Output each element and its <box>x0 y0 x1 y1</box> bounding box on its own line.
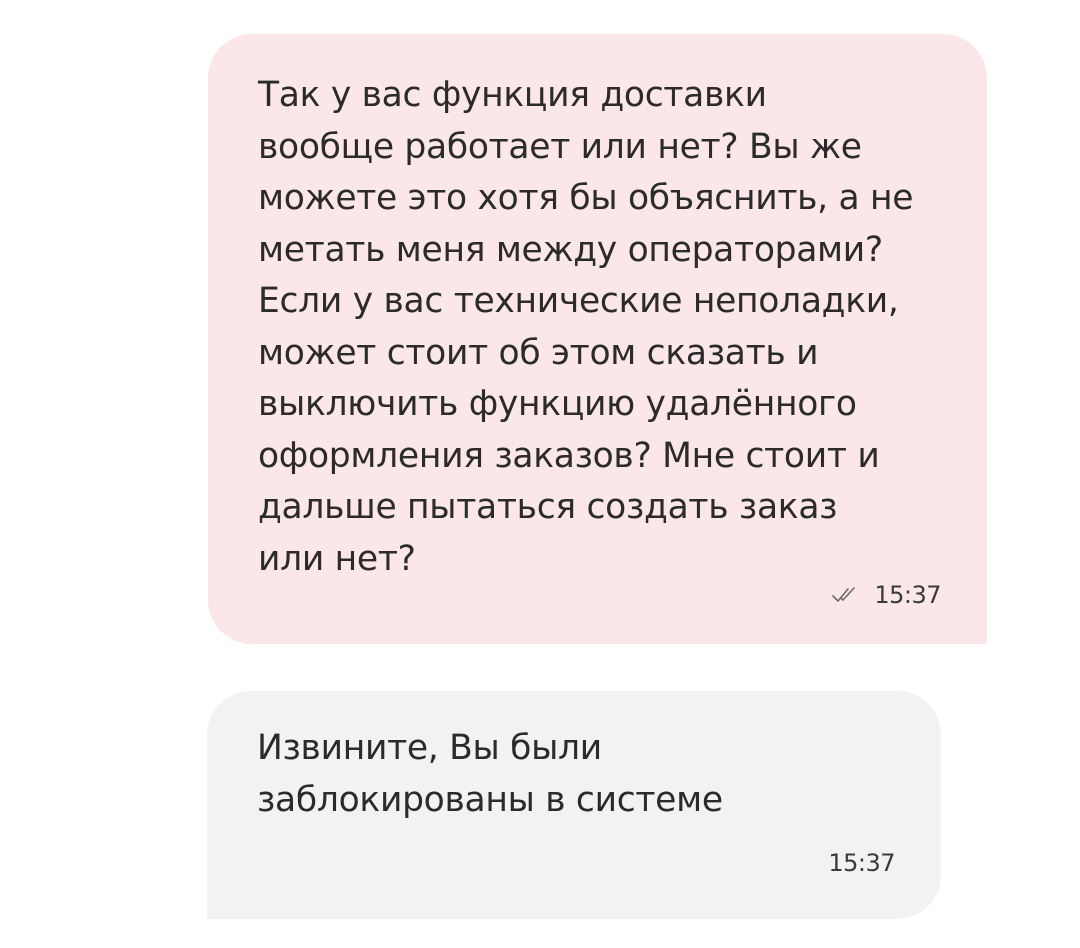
incoming-message-bubble[interactable]: Извините, Вы были заблокированы в систем… <box>207 691 941 919</box>
message-text: Извините, Вы были заблокированы в систем… <box>257 728 723 820</box>
double-check-icon <box>832 587 856 602</box>
message-meta: 15:37 <box>832 581 941 609</box>
outgoing-message-bubble[interactable]: Так у вас функция доставки вообще работа… <box>208 34 987 644</box>
message-time: 15:37 <box>874 581 941 609</box>
message-time: 15:37 <box>828 849 895 877</box>
message-text: Так у вас функция доставки вообще работа… <box>258 75 914 579</box>
message-meta: 15:37 <box>828 849 895 877</box>
